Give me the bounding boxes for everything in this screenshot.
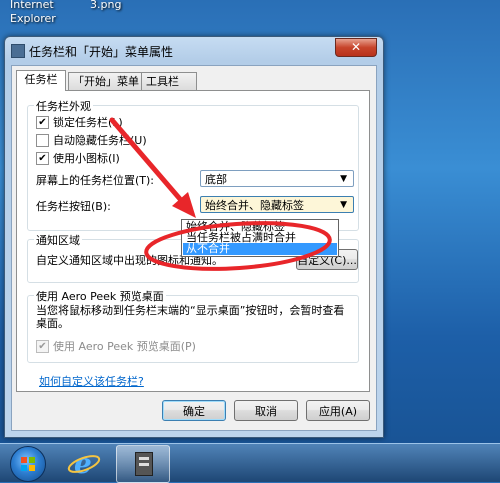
- desktop-icon-label: Explorer: [10, 12, 56, 25]
- close-icon: ✕: [350, 40, 362, 54]
- checkbox-label: 锁定任务栏(L): [53, 116, 123, 129]
- location-label: 屏幕上的任务栏位置(T):: [36, 174, 155, 187]
- taskbar-properties-icon: [135, 452, 153, 476]
- select-value: 底部: [205, 173, 227, 186]
- lock-taskbar-option[interactable]: ✔ 锁定任务栏(L): [36, 114, 123, 130]
- desktop-icon-image-file[interactable]: 3.png: [90, 0, 121, 12]
- taskbar-location-select[interactable]: 底部 ▼: [200, 170, 354, 187]
- aero-peek-option[interactable]: ✔ 使用 Aero Peek 预览桌面(P): [36, 338, 196, 354]
- taskbar-properties-icon: [11, 44, 25, 58]
- start-button[interactable]: [10, 446, 46, 482]
- chevron-down-icon: ▼: [340, 200, 347, 210]
- small-icons-option[interactable]: ✔ 使用小图标(I): [36, 150, 120, 166]
- tab-taskbar[interactable]: 任务栏: [16, 70, 66, 91]
- aero-peek-group: 使用 Aero Peek 预览桌面 当您将鼠标移动到任务栏末端的“显示桌面”按钮…: [27, 288, 359, 363]
- taskbar-buttons-select[interactable]: 始终合并、隐藏标签 ▼: [200, 196, 354, 213]
- lock-taskbar-checkbox[interactable]: ✔: [36, 115, 49, 129]
- desktop-icon-label: Internet: [10, 0, 54, 11]
- chevron-down-icon: ▼: [340, 174, 347, 184]
- internet-explorer-taskbar-icon[interactable]: e: [64, 447, 104, 479]
- group-legend: 使用 Aero Peek 预览桌面: [34, 288, 166, 304]
- checkbox-label: 自动隐藏任务栏(U): [53, 134, 147, 147]
- help-link[interactable]: 如何自定义该任务栏?: [39, 373, 144, 389]
- dropdown-option-never-combine[interactable]: 从不合并: [183, 243, 337, 255]
- checkbox-label: 使用 Aero Peek 预览桌面(P): [53, 340, 196, 353]
- group-legend: 任务栏外观: [34, 98, 93, 114]
- windows-taskbar: e: [0, 443, 500, 483]
- cancel-button[interactable]: 取消: [234, 400, 298, 421]
- desktop-icon-label: 3.png: [90, 0, 122, 11]
- auto-hide-checkbox[interactable]: [36, 133, 49, 147]
- select-value: 始终合并、隐藏标签: [205, 199, 304, 212]
- aero-peek-checkbox[interactable]: ✔: [36, 339, 49, 353]
- desktop-icon-internet-explorer[interactable]: Internet Explorer: [10, 0, 70, 26]
- checkbox-label: 使用小图标(I): [53, 152, 120, 165]
- apply-button[interactable]: 应用(A): [306, 400, 370, 421]
- windows-logo-icon: [21, 457, 35, 471]
- taskbar-buttons-dropdown: 始终合并、隐藏标签 当任务栏被占满时合并 从不合并: [181, 219, 339, 257]
- auto-hide-option[interactable]: 自动隐藏任务栏(U): [36, 132, 147, 148]
- tab-toolbars[interactable]: 工具栏: [141, 72, 197, 90]
- small-icons-checkbox[interactable]: ✔: [36, 151, 49, 165]
- title-bar[interactable]: 任务栏和「开始」菜单属性 ✕: [5, 37, 383, 63]
- group-legend: 通知区域: [34, 232, 82, 248]
- tab-start-menu[interactable]: 「开始」菜单: [68, 72, 148, 90]
- ok-button[interactable]: 确定: [162, 400, 226, 421]
- taskbar-appearance-group: 任务栏外观 ✔ 锁定任务栏(L) 自动隐藏任务栏(U) ✔ 使用小图标(I) 屏…: [27, 98, 359, 231]
- taskbar-properties-task-button[interactable]: [116, 445, 170, 483]
- window-title: 任务栏和「开始」菜单属性: [29, 45, 174, 59]
- svg-text:e: e: [74, 447, 92, 479]
- buttons-label: 任务栏按钮(B):: [36, 200, 111, 213]
- aero-peek-description: 当您将鼠标移动到任务栏末端的“显示桌面”按钮时，会暂时查看桌面。: [36, 304, 345, 330]
- close-button[interactable]: ✕: [335, 38, 377, 57]
